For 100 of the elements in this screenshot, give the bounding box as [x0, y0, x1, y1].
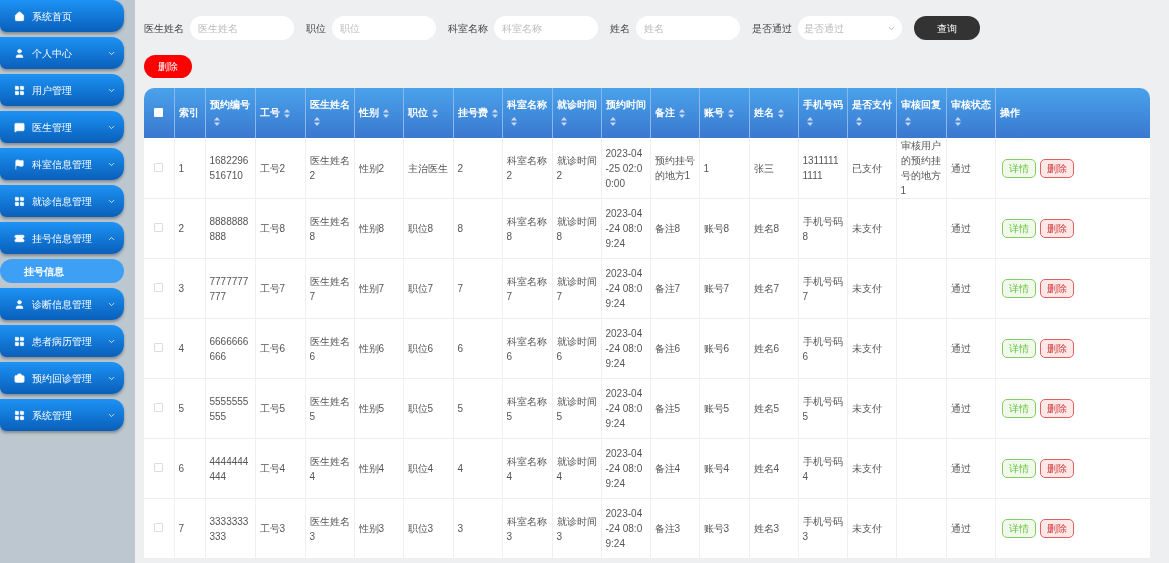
column-header[interactable]: 职位	[403, 88, 453, 138]
grid-icon	[14, 335, 25, 347]
column-header[interactable]: 备注	[650, 88, 699, 138]
table-cell: 未支付	[847, 438, 896, 499]
sidebar-item[interactable]: 挂号信息管理	[0, 222, 124, 254]
table-cell: 就诊时间6	[552, 318, 601, 379]
sort-icon[interactable]	[855, 116, 862, 126]
sidebar-item[interactable]: 患者病历管理	[0, 325, 124, 357]
input-field[interactable]: 姓名	[636, 16, 740, 40]
row-checkbox[interactable]	[154, 162, 164, 172]
search-button[interactable]: 查询	[914, 16, 980, 40]
column-header[interactable]: 性别	[354, 88, 403, 138]
sort-icon[interactable]	[491, 108, 498, 118]
column-header[interactable]: 预约编号	[205, 88, 255, 138]
row-checkbox[interactable]	[154, 223, 164, 232]
table-cell: 医生姓名5	[305, 378, 354, 439]
details-button[interactable]: 详情	[1001, 279, 1036, 298]
column-header[interactable]: 科室名称	[502, 88, 552, 138]
sort-icon[interactable]	[609, 116, 616, 126]
select-all-checkbox[interactable]	[154, 107, 164, 117]
row-checkbox[interactable]	[154, 343, 164, 352]
column-header[interactable]: 预约时间	[601, 88, 650, 138]
table-cell: 备注5	[650, 378, 699, 439]
sidebar-item[interactable]: 用户管理	[0, 74, 124, 106]
sidebar-item[interactable]: 个人中心	[0, 37, 124, 69]
sort-icon[interactable]	[727, 108, 734, 118]
sort-icon[interactable]	[560, 116, 567, 126]
table-cell: 1	[174, 138, 205, 199]
column-header[interactable]: 是否支付	[847, 88, 896, 138]
home-icon	[14, 10, 25, 22]
delete-button[interactable]: 删除	[1039, 399, 1074, 418]
row-checkbox[interactable]	[154, 283, 164, 292]
row-checkbox[interactable]	[154, 523, 164, 532]
table-cell: 2023-04-24 08:09:24	[601, 498, 650, 559]
table-cell: 就诊时间2	[552, 138, 601, 199]
column-header[interactable]: 审核回复	[896, 88, 946, 138]
sort-icon[interactable]	[510, 116, 517, 126]
details-button[interactable]: 详情	[1001, 519, 1036, 538]
column-header[interactable]: 医生姓名	[305, 88, 354, 138]
table-cell: 科室名称5	[502, 378, 552, 439]
sidebar-subitem[interactable]: 挂号信息	[0, 259, 124, 283]
sort-icon[interactable]	[904, 116, 911, 126]
table-cell: 未支付	[847, 378, 896, 439]
table-cell: 备注4	[650, 438, 699, 499]
input-field[interactable]: 医生姓名	[190, 16, 294, 40]
table-cell: 通过	[946, 258, 995, 319]
details-button[interactable]: 详情	[1001, 339, 1036, 358]
delete-button[interactable]: 删除	[1039, 519, 1074, 538]
sort-icon[interactable]	[382, 108, 389, 118]
row-checkbox[interactable]	[154, 403, 164, 412]
column-header[interactable]: 操作	[995, 88, 1150, 138]
sort-icon[interactable]	[431, 108, 438, 118]
sort-icon[interactable]	[954, 116, 961, 126]
sidebar-item[interactable]: 诊断信息管理	[0, 288, 124, 320]
details-button[interactable]: 详情	[1001, 219, 1036, 238]
delete-button[interactable]: 删除	[144, 55, 192, 78]
details-button[interactable]: 详情	[1001, 459, 1036, 478]
table-cell: 姓名8	[749, 198, 798, 259]
table-cell: 工号4	[255, 438, 305, 499]
sort-icon[interactable]	[806, 116, 813, 126]
table-cell: 工号2	[255, 138, 305, 199]
delete-button[interactable]: 删除	[1039, 279, 1074, 298]
column-header[interactable]: 账号	[699, 88, 749, 138]
column-header[interactable]: 审核状态	[946, 88, 995, 138]
input-field[interactable]: 科室名称	[494, 16, 598, 40]
sort-icon[interactable]	[313, 116, 320, 126]
sidebar-item[interactable]: 科室信息管理	[0, 148, 124, 180]
sort-icon[interactable]	[283, 108, 290, 118]
sidebar-item[interactable]: 系统首页	[0, 0, 124, 32]
table-cell: 4	[174, 318, 205, 379]
table-cell: 职位3	[403, 498, 453, 559]
sidebar-item[interactable]: 系统管理	[0, 399, 124, 431]
column-header[interactable]: 姓名	[749, 88, 798, 138]
sort-icon[interactable]	[777, 108, 784, 118]
details-button[interactable]: 详情	[1001, 158, 1036, 178]
sidebar-item[interactable]: 医生管理	[0, 111, 124, 143]
table-cell: 13111111111	[798, 138, 847, 199]
table-cell: 性别8	[354, 198, 403, 259]
table-cell: 医生姓名3	[305, 498, 354, 559]
delete-button[interactable]: 删除	[1039, 459, 1074, 478]
sort-icon[interactable]	[678, 108, 685, 118]
column-header[interactable]: 挂号费	[453, 88, 502, 138]
sidebar-item[interactable]: 就诊信息管理	[0, 185, 124, 217]
sidebar-item[interactable]: 预约回诊管理	[0, 362, 124, 394]
delete-button[interactable]: 删除	[1039, 158, 1074, 178]
sort-icon[interactable]	[213, 116, 220, 126]
table-cell: 主治医生	[403, 138, 453, 199]
column-header[interactable]: 手机号码	[798, 88, 847, 138]
delete-button[interactable]: 删除	[1039, 219, 1074, 238]
column-header[interactable]: 工号	[255, 88, 305, 138]
table-cell: 备注3	[650, 498, 699, 559]
column-header[interactable]: 索引	[174, 88, 205, 138]
briefcase-icon	[14, 372, 25, 384]
table-cell: 5	[453, 378, 502, 439]
delete-button[interactable]: 删除	[1039, 339, 1074, 358]
table-cell: 账号7	[699, 258, 749, 319]
table-cell: 账号5	[699, 378, 749, 439]
details-button[interactable]: 详情	[1001, 399, 1036, 418]
column-header[interactable]: 就诊时间	[552, 88, 601, 138]
row-checkbox[interactable]	[154, 463, 164, 472]
